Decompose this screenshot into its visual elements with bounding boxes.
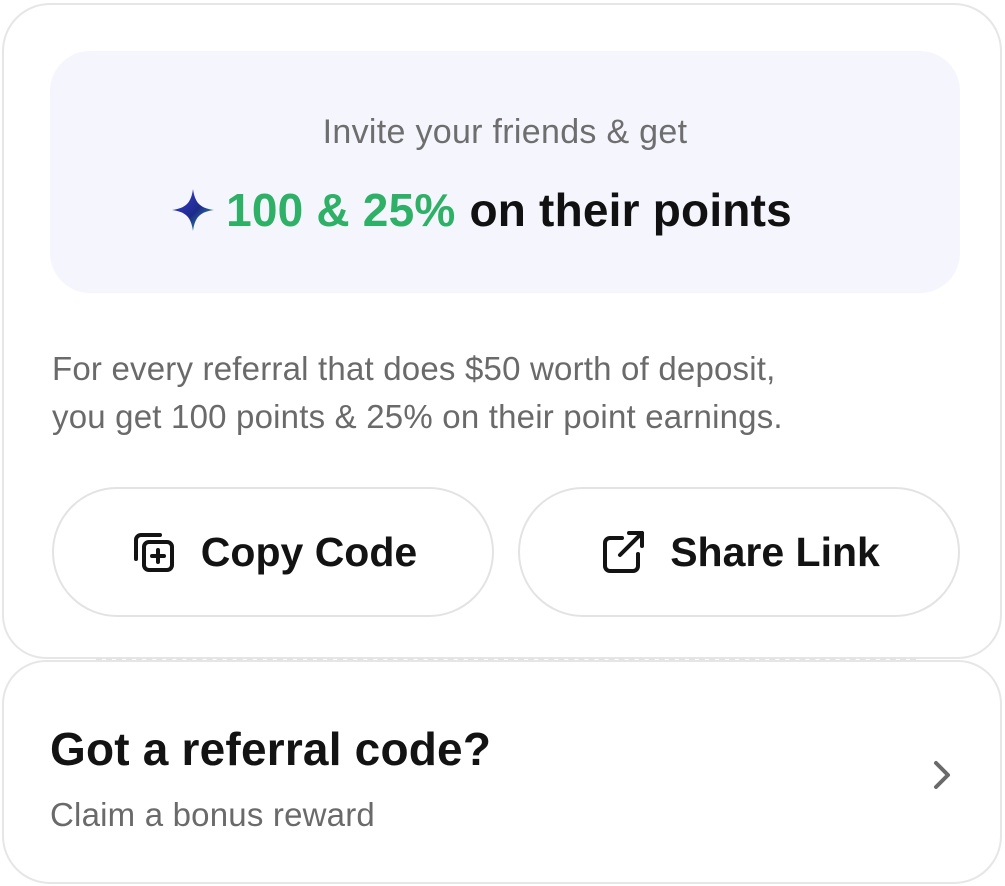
invite-reward-suffix: on their points	[469, 184, 792, 236]
invite-subtitle: Invite your friends & get	[322, 113, 688, 151]
external-link-icon	[603, 531, 645, 573]
referral-code-card[interactable]: Got a referral code? Claim a bonus rewar…	[2, 660, 1002, 884]
share-link-label: Share Link	[670, 528, 880, 575]
invite-reward-value: 100 & 25%	[226, 184, 456, 236]
referral-description-line: For every referral that does $50 worth o…	[52, 350, 776, 387]
invite-banner: Invite your friends & get 100 & 25% on t…	[50, 51, 960, 293]
copy-code-button[interactable]: Copy Code	[52, 487, 494, 617]
sparkle-star-icon	[172, 189, 215, 231]
invite-card: Invite your friends & get 100 & 25% on t…	[2, 3, 1002, 659]
referral-code-title: Got a referral code?	[50, 723, 492, 775]
referral-description: For every referral that does $50 worth o…	[52, 345, 932, 441]
invite-reward-headline: 100 & 25% on their points	[50, 183, 960, 237]
referral-code-subtitle: Claim a bonus reward	[50, 796, 375, 833]
copy-plus-icon	[133, 533, 174, 572]
referral-description-line: you get 100 points & 25% on their point …	[52, 398, 783, 435]
chevron-right-icon	[934, 761, 950, 789]
copy-code-label: Copy Code	[200, 528, 418, 575]
share-link-button[interactable]: Share Link	[518, 487, 960, 617]
